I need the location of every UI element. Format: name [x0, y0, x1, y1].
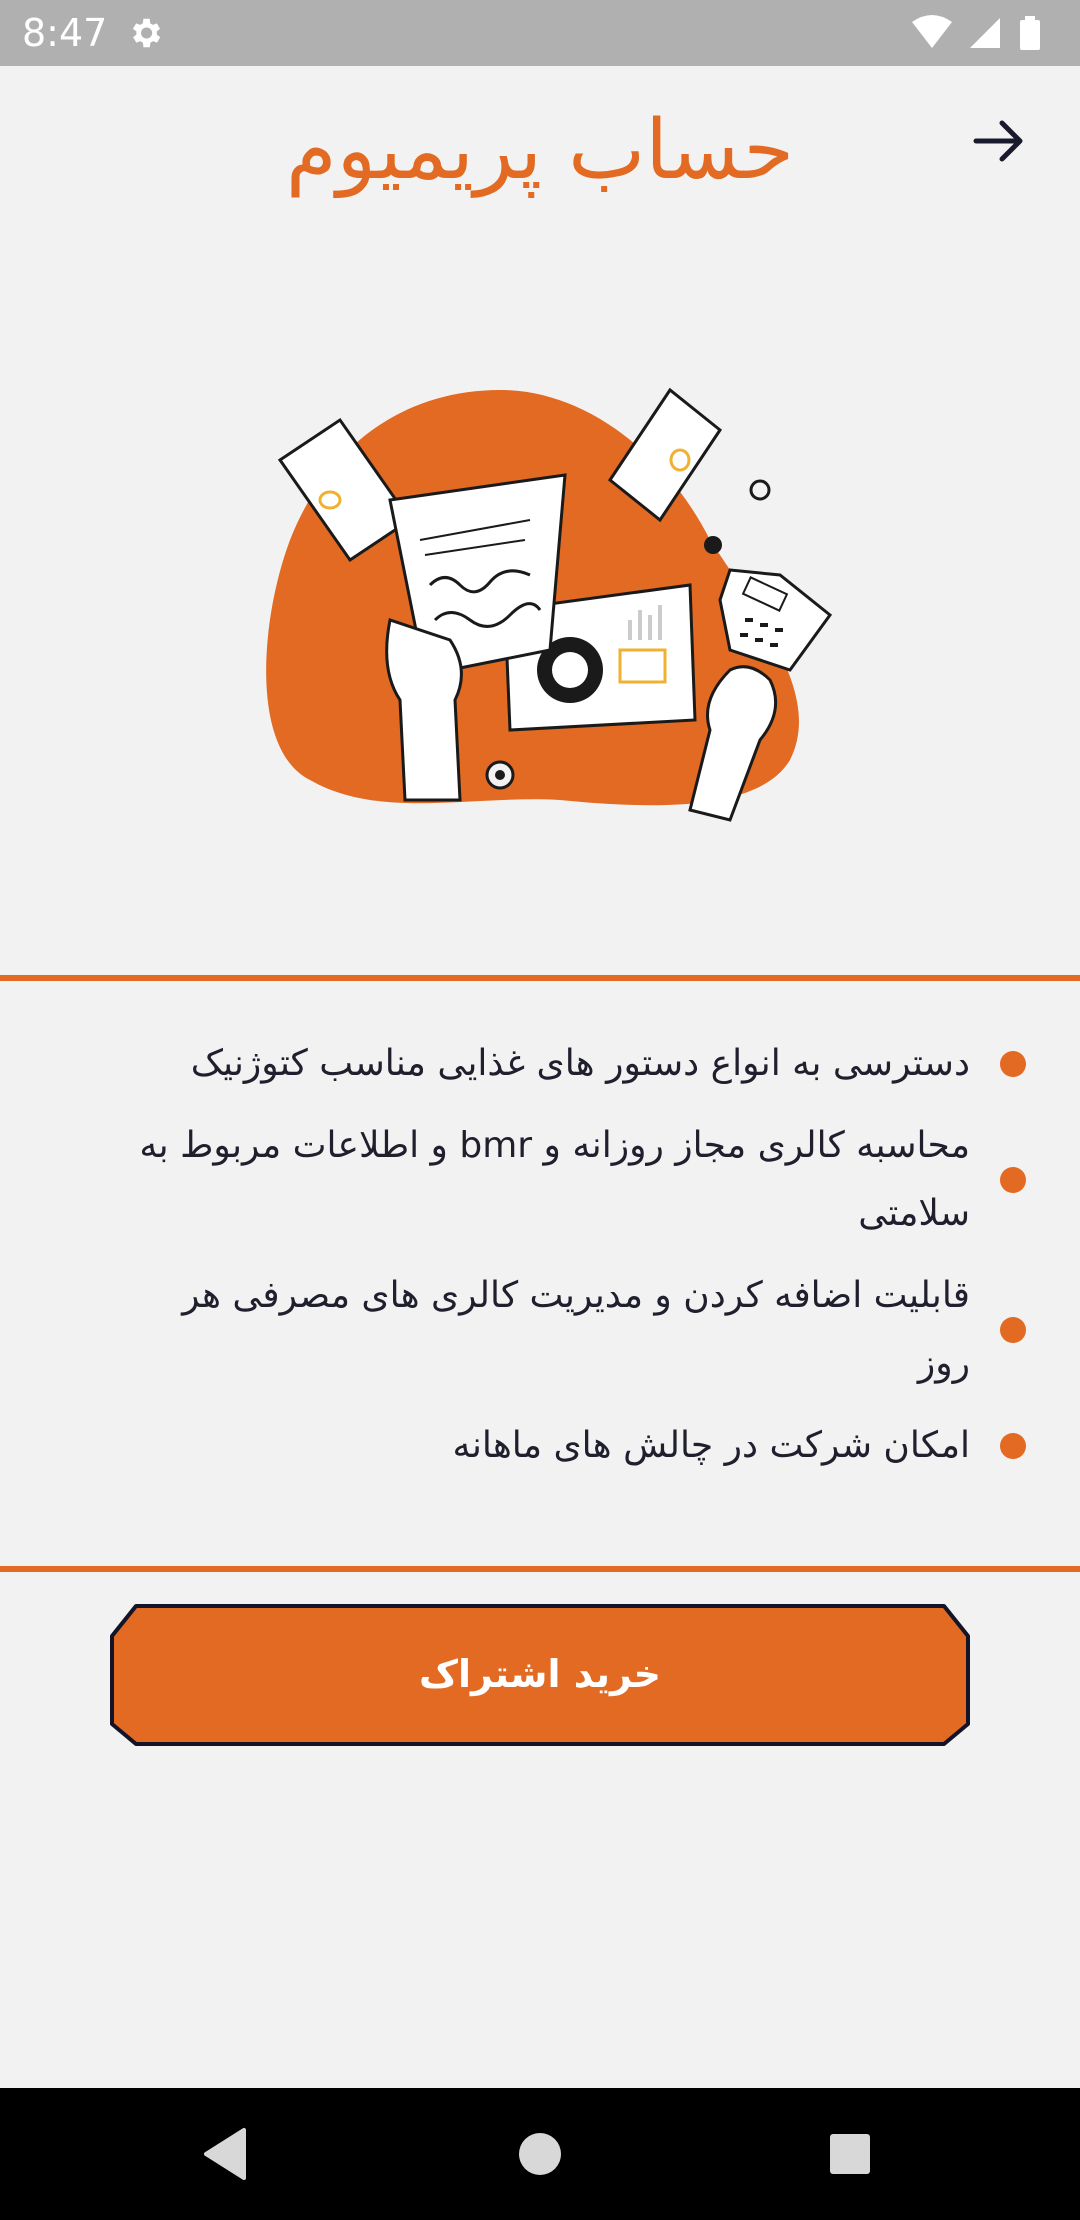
battery-icon — [1020, 16, 1040, 50]
divider — [0, 975, 1080, 981]
buy-subscription-label: خرید اشتراک — [419, 1652, 661, 1696]
feature-text: دسترسی به انواع دستور های غذایی مناسب کت… — [190, 1043, 970, 1084]
status-time: 8:47 — [22, 11, 108, 55]
divider — [0, 1566, 1080, 1572]
signal-icon — [970, 18, 1000, 48]
buy-subscription-button[interactable]: خرید اشتراک — [108, 1600, 972, 1748]
feature-item: محاسبه کالری مجاز روزانه و bmr و اطلاعات… — [0, 1112, 1080, 1248]
feature-text: قابلیت اضافه کردن و مدیریت کالری های مصر… — [182, 1275, 970, 1384]
page-title: حساب پریمیوم — [285, 103, 795, 198]
bullet-icon — [1000, 1167, 1026, 1193]
arrow-right-icon[interactable] — [970, 112, 1028, 170]
recents-square-icon[interactable] — [820, 2124, 880, 2184]
status-icons — [912, 15, 1040, 50]
app-bar: حساب پریمیوم — [0, 66, 1080, 226]
bullet-icon — [1000, 1317, 1026, 1343]
features-list: دسترسی به انواع دستور های غذایی مناسب کت… — [0, 1030, 1080, 1494]
home-circle-icon[interactable] — [510, 2124, 570, 2184]
finance-illustration — [266, 387, 833, 822]
feature-item: امکان شرکت در چالش های ماهانه — [0, 1412, 1080, 1480]
bullet-icon — [1000, 1051, 1026, 1077]
feature-text: محاسبه کالری مجاز روزانه و bmr و اطلاعات… — [139, 1125, 970, 1234]
bullet-icon — [1000, 1433, 1026, 1459]
back-triangle-icon[interactable] — [196, 2124, 256, 2184]
feature-text: امکان شرکت در چالش های ماهانه — [452, 1425, 970, 1466]
system-nav-bar — [0, 2088, 1080, 2220]
settings-icon — [132, 18, 161, 48]
wifi-icon — [912, 15, 952, 48]
status-bar: 8:47 — [0, 0, 1080, 66]
feature-item: قابلیت اضافه کردن و مدیریت کالری های مصر… — [0, 1262, 1080, 1398]
feature-item: دسترسی به انواع دستور های غذایی مناسب کت… — [0, 1030, 1080, 1098]
